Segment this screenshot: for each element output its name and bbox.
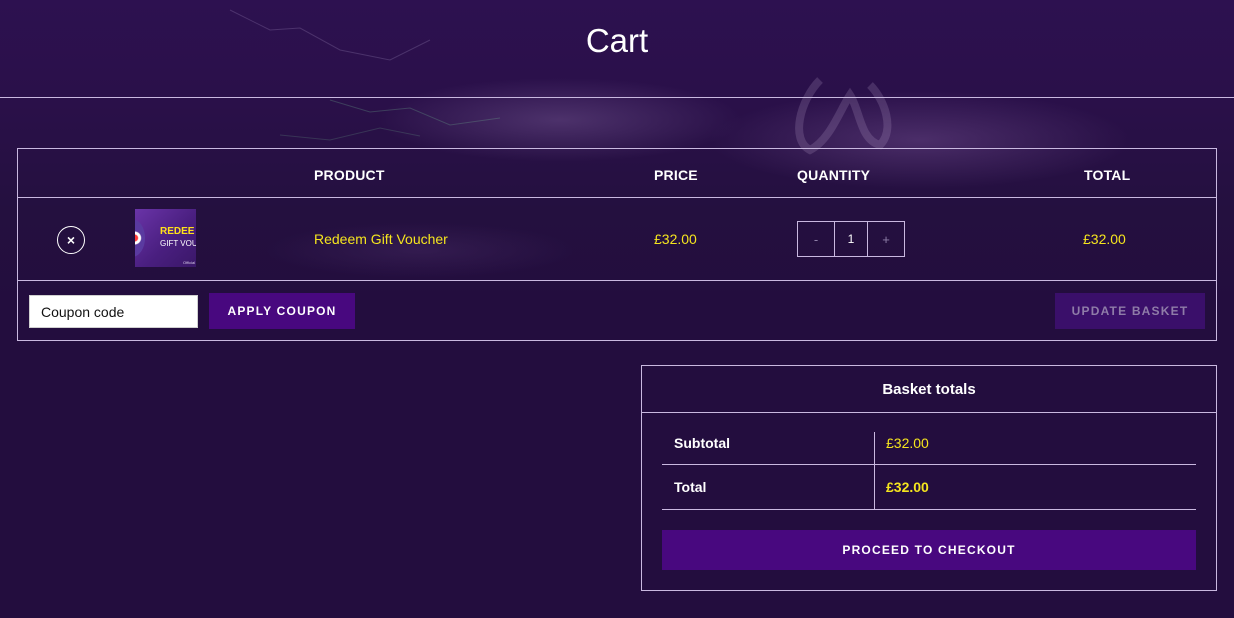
total-row: Total £32.00	[662, 465, 1196, 510]
cart-item-row: × REDEE GIFT VOU Official Redeem Gift Vo…	[18, 198, 1216, 281]
cart-table-header: PRODUCT PRICE QUANTITY TOTAL	[18, 149, 1216, 198]
total-value: £32.00	[886, 479, 929, 495]
header-quantity: QUANTITY	[797, 167, 871, 183]
cart-table: PRODUCT PRICE QUANTITY TOTAL × REDEE GIF…	[17, 148, 1217, 341]
product-thumbnail[interactable]: REDEE GIFT VOU Official	[135, 209, 196, 267]
subtotal-label: Subtotal	[674, 435, 730, 451]
item-price: £32.00	[654, 231, 697, 247]
quantity-increase-button[interactable]: +	[868, 222, 904, 256]
basket-totals: Basket totals Subtotal £32.00 Total £32.…	[641, 365, 1217, 591]
apply-coupon-button[interactable]: APPLY COUPON	[209, 293, 355, 329]
close-circle-icon: ×	[66, 232, 76, 248]
disc-graphic	[135, 219, 145, 257]
header-price: PRICE	[654, 167, 698, 183]
title-divider	[0, 97, 1234, 98]
quantity-input[interactable]: 1	[834, 222, 868, 256]
proceed-to-checkout-button[interactable]: PROCEED TO CHECKOUT	[662, 530, 1196, 570]
coupon-code-input[interactable]: Coupon code	[29, 295, 198, 328]
column-divider	[874, 465, 875, 509]
update-basket-button[interactable]: UPDATE BASKET	[1055, 293, 1205, 329]
quantity-decrease-button[interactable]: -	[798, 222, 834, 256]
quantity-stepper: - 1 +	[797, 221, 905, 257]
product-name-link[interactable]: Redeem Gift Voucher	[314, 231, 448, 247]
item-total: £32.00	[1083, 231, 1126, 247]
page-title: Cart	[585, 22, 649, 59]
column-divider	[874, 432, 875, 464]
thumbnail-text-line2: GIFT VOU	[160, 239, 196, 248]
subtotal-value: £32.00	[886, 435, 929, 451]
header-total: TOTAL	[1084, 167, 1131, 183]
thumbnail-text-line3: Official	[183, 260, 196, 265]
subtotal-row: Subtotal £32.00	[662, 432, 1196, 465]
cart-actions: Coupon code APPLY COUPON UPDATE BASKET	[18, 281, 1216, 341]
header-product: PRODUCT	[314, 167, 385, 183]
basket-totals-heading: Basket totals	[642, 366, 1216, 413]
total-label: Total	[674, 479, 707, 495]
remove-item-button[interactable]: ×	[57, 226, 85, 254]
thumbnail-text-line1: REDEE	[160, 226, 195, 237]
